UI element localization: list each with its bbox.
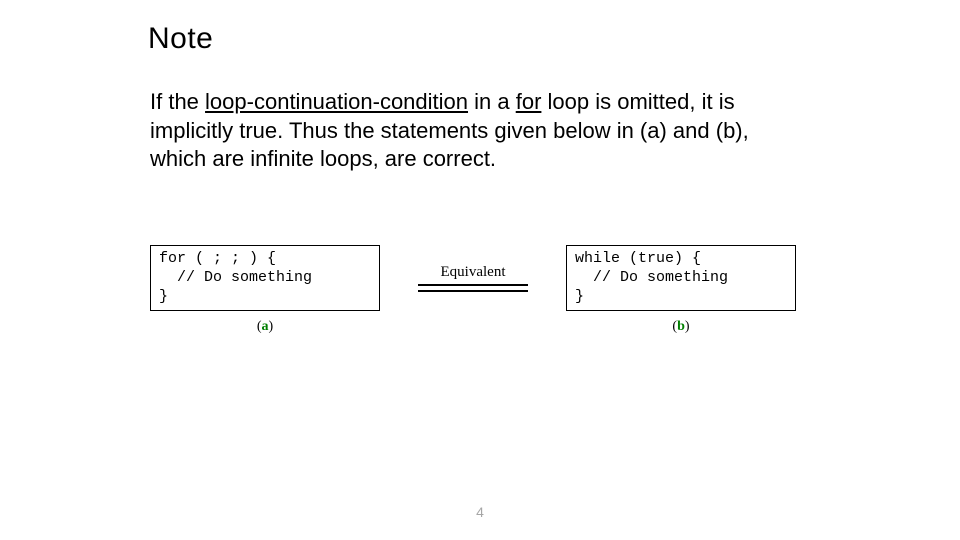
equivalent-lines-icon [418,283,528,293]
caption-b: (b) [566,319,796,335]
code-box-b: while (true) { // Do something } [566,245,796,311]
figure: for ( ; ; ) { // Do something } Equivale… [150,245,810,335]
caption-paren: ) [269,319,274,334]
caption-letter: a [262,319,269,334]
equivalent-connector: Equivalent [398,264,548,293]
equivalent-label: Equivalent [441,264,506,281]
code-box-a: for ( ; ; ) { // Do something } [150,245,380,311]
caption-spacer [380,319,566,335]
caption-letter: b [677,319,685,334]
figure-captions: (a) (b) [150,319,810,335]
figure-row: for ( ; ; ) { // Do something } Equivale… [150,245,810,311]
body-paragraph: If the loop-continuation-condition in a … [150,88,810,174]
caption-a: (a) [150,319,380,335]
text-fragment: in a [468,89,516,114]
underlined-term-loop-condition: loop-continuation-condition [205,89,468,114]
slide-title: Note [148,22,213,56]
slide: Note If the loop-continuation-condition … [0,0,960,540]
page-number: 4 [0,504,960,520]
underlined-term-for: for [516,89,542,114]
text-fragment: If the [150,89,205,114]
caption-paren: ) [685,319,690,334]
